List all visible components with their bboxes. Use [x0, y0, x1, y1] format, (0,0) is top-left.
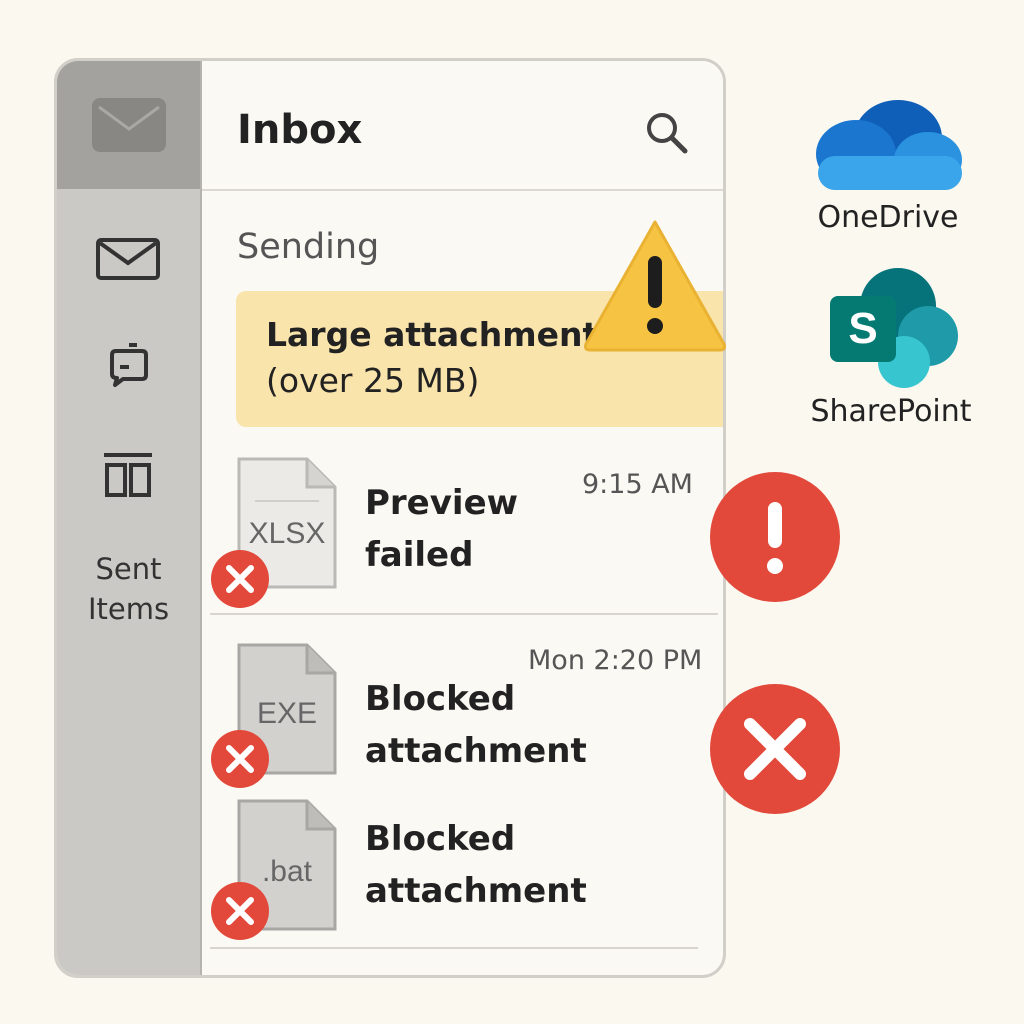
archive-icon[interactable] [101, 451, 155, 499]
header: Inbox [202, 61, 723, 191]
message-title: Blocked attachment [365, 819, 587, 911]
onedrive-icon[interactable] [812, 96, 964, 192]
warning-icon [584, 220, 726, 352]
sent-items-label[interactable]: Sent Items [57, 549, 200, 629]
error-badge-icon [211, 882, 269, 940]
error-exclamation-icon [710, 472, 840, 602]
page-title: Inbox [237, 107, 363, 153]
error-badge-icon [211, 550, 269, 608]
error-badge-icon [211, 730, 269, 788]
row-divider [210, 947, 698, 949]
message-title: Preview failed [365, 483, 519, 575]
search-icon[interactable] [643, 109, 689, 155]
chat-icon[interactable] [107, 343, 151, 389]
row-divider [210, 613, 718, 615]
message-time: Mon 2:20 PM [528, 645, 703, 676]
message-time: 9:15 AM [582, 469, 693, 500]
section-label-sending: Sending [237, 227, 380, 267]
sharepoint-label: SharePoint [810, 394, 972, 429]
sharepoint-icon[interactable]: S [828, 266, 962, 390]
mail-icon[interactable] [95, 237, 161, 281]
message-title: Blocked attachment [365, 679, 587, 771]
sidebar: Sent Items [57, 61, 202, 975]
message-list-panel: Inbox Sending Large attachment (over 25 … [202, 61, 723, 975]
mail-app-icon [92, 98, 166, 152]
blocked-x-icon [710, 684, 840, 814]
page: Sent Items Inbox Sending Large attachmen… [0, 0, 1024, 1024]
mail-app-window: Sent Items Inbox Sending Large attachmen… [54, 58, 726, 978]
sidebar-header[interactable] [57, 61, 200, 189]
onedrive-label: OneDrive [817, 200, 959, 235]
